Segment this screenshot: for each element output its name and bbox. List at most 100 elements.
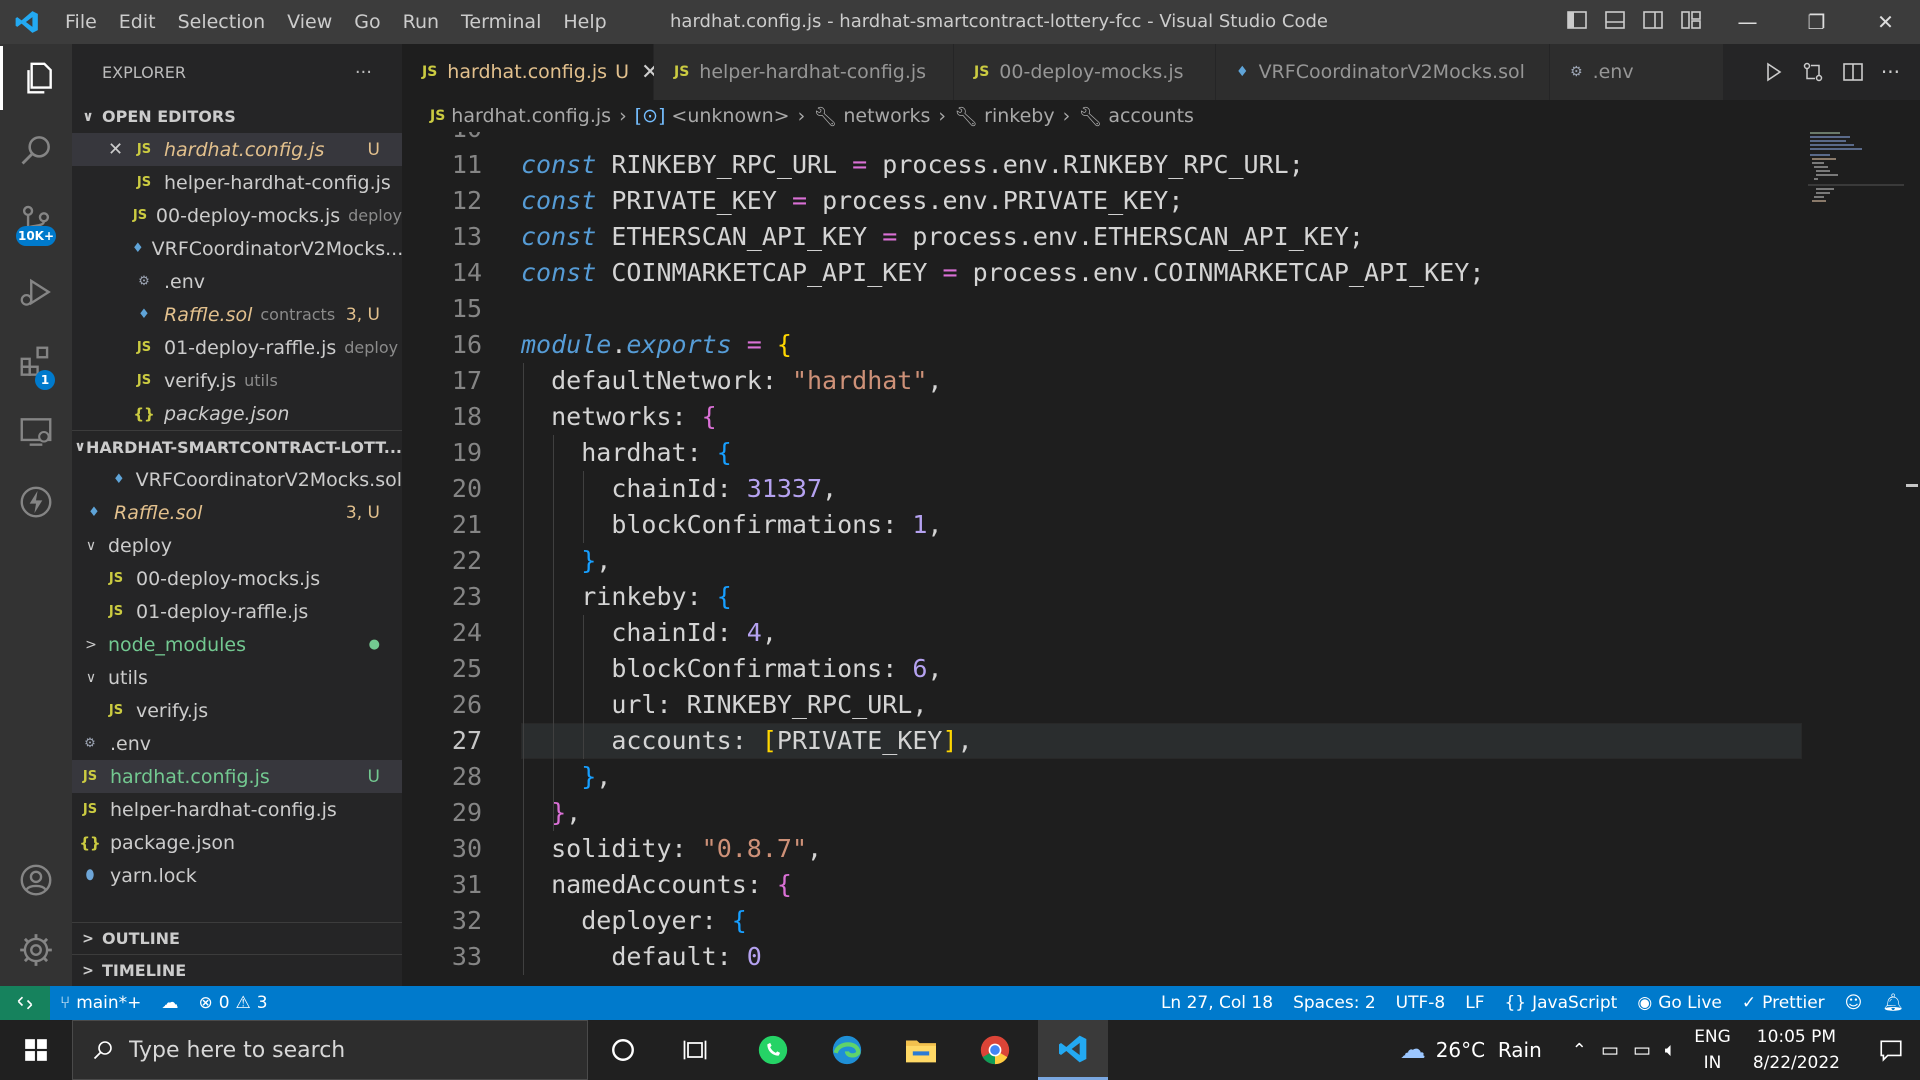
cortana-circle-icon[interactable] — [588, 1020, 658, 1080]
whatsapp-icon[interactable] — [738, 1020, 808, 1080]
tree-file-item[interactable]: ♦ VRFCoordinatorV2Mocks.sol — [72, 463, 402, 496]
split-editor-icon[interactable] — [1841, 60, 1865, 84]
breadcrumb-rinkeby[interactable]: rinkeby — [984, 105, 1054, 127]
volume-speaker-icon[interactable]: 🔈︎ — [1665, 1039, 1676, 1061]
tree-file-item[interactable]: ⬮ yarn.lock — [72, 859, 402, 892]
code-line[interactable]: 11 const RINKEBY_RPC_URL = process.env.RI… — [402, 147, 1802, 183]
code-editor[interactable]: 10 11 const RINKEBY_RPC_URL = process.env.… — [402, 132, 1920, 986]
code-line[interactable]: 28 }, — [402, 759, 1802, 795]
open-editor-item[interactable]: JS 01-deploy-raffle.js deploy — [72, 331, 402, 364]
tab-00-deploy-mocks[interactable]: JS 00-deploy-mocks.js — [954, 44, 1216, 100]
minimap[interactable] — [1808, 132, 1904, 212]
more-actions-icon[interactable]: ··· — [1881, 60, 1900, 84]
tree-file-item[interactable]: JS verify.js — [72, 694, 402, 727]
open-editors-section[interactable]: ∨ OPEN EDITORS — [72, 100, 402, 133]
code-line[interactable]: 22 }, — [402, 543, 1802, 579]
code-line[interactable]: 10 — [402, 132, 1802, 147]
run-debug-icon[interactable] — [0, 260, 72, 324]
taskbar-search-box[interactable] — [72, 1020, 588, 1080]
show-hidden-icons-chevron-icon[interactable]: ⌃ — [1572, 1040, 1587, 1061]
editor-scrollbar[interactable] — [1904, 132, 1920, 986]
code-line[interactable]: 23 rinkeby: { — [402, 579, 1802, 615]
settings-gear-icon[interactable] — [0, 918, 72, 982]
remote-explorer-icon[interactable] — [0, 400, 72, 464]
tree-file-item-selected[interactable]: JS hardhat.config.js U — [72, 760, 402, 793]
breadcrumb-accounts[interactable]: accounts — [1108, 105, 1194, 127]
code-line[interactable]: 27 accounts: [PRIVATE_KEY], — [402, 723, 1802, 759]
menu-edit[interactable]: Edit — [108, 0, 167, 44]
language-mode[interactable]: {} JavaScript — [1494, 993, 1627, 1013]
menu-help[interactable]: Help — [552, 0, 617, 44]
breadcrumb-networks[interactable]: networks — [843, 105, 930, 127]
notifications-bell-icon[interactable]: 🔔︎ — [1872, 993, 1920, 1013]
tree-file-item[interactable]: {} package.json — [72, 826, 402, 859]
clock[interactable]: 10:05 PM 8/22/2022 — [1753, 1024, 1840, 1076]
menu-go[interactable]: Go — [343, 0, 391, 44]
open-editor-item[interactable]: ♦ VRFCoordinatorV2Mocks... — [72, 232, 402, 265]
restore-icon[interactable]: ❐ — [1782, 0, 1851, 44]
windows-start-icon[interactable] — [0, 1020, 72, 1080]
code-line[interactable]: 31 namedAccounts: { — [402, 867, 1802, 903]
end-of-line[interactable]: LF — [1455, 993, 1494, 1013]
code-line[interactable]: 25 blockConfirmations: 6, — [402, 651, 1802, 687]
menu-view[interactable]: View — [276, 0, 343, 44]
go-live-button[interactable]: ◉ Go Live — [1627, 993, 1732, 1013]
breadcrumb-file[interactable]: hardhat.config.js — [451, 105, 611, 127]
tree-file-item[interactable]: ♦ Raffle.sol 3, U — [72, 496, 402, 529]
code-line[interactable]: 20 chainId: 31337, — [402, 471, 1802, 507]
code-line[interactable]: 32 deployer: { — [402, 903, 1802, 939]
lightning-icon[interactable] — [0, 470, 72, 534]
cursor-position[interactable]: Ln 27, Col 18 — [1151, 993, 1283, 1013]
remote-indicator-icon[interactable] — [0, 986, 50, 1020]
tree-folder-item[interactable]: ∨ deploy — [72, 529, 402, 562]
tree-file-item[interactable]: JS helper-hardhat-config.js — [72, 793, 402, 826]
tree-file-item[interactable]: JS 01-deploy-raffle.js — [72, 595, 402, 628]
tab-helper-hardhat-config[interactable]: JS helper-hardhat-config.js — [654, 44, 954, 100]
minimize-icon[interactable]: — — [1713, 0, 1782, 44]
code-line[interactable]: 15 — [402, 291, 1802, 327]
edge-browser-icon[interactable] — [812, 1020, 882, 1080]
code-line[interactable]: 12 const PRIVATE_KEY = process.env.PRIVAT… — [402, 183, 1802, 219]
indentation[interactable]: Spaces: 2 — [1283, 993, 1386, 1013]
feedback-icon[interactable]: ☺ — [1835, 993, 1873, 1013]
encoding[interactable]: UTF-8 — [1386, 993, 1456, 1013]
menu-run[interactable]: Run — [392, 0, 450, 44]
code-line[interactable]: 29 }, — [402, 795, 1802, 831]
sync-button[interactable]: ☁ — [151, 993, 188, 1013]
file-explorer-icon[interactable] — [886, 1020, 956, 1080]
toggle-secondary-sidebar-icon[interactable] — [1641, 8, 1665, 32]
project-folder-section[interactable]: ∨ HARDHAT-SMARTCONTRACT-LOTT... — [72, 430, 402, 463]
open-editor-item[interactable]: ⚙ .env — [72, 265, 402, 298]
breadcrumb-symbol[interactable]: <unknown> — [671, 105, 789, 127]
code-line[interactable]: 30 solidity: "0.8.7", — [402, 831, 1802, 867]
weather-cloud-rain-icon[interactable]: ☁ — [1400, 1035, 1426, 1065]
open-editor-item[interactable]: {} package.json — [72, 397, 402, 430]
notification-center-icon[interactable] — [1862, 1037, 1920, 1063]
code-line[interactable]: 18 networks: { — [402, 399, 1802, 435]
code-line[interactable]: 16 module.exports = { — [402, 327, 1802, 363]
more-actions-icon[interactable]: ··· — [355, 62, 372, 83]
taskbar-search-input[interactable] — [129, 1037, 549, 1063]
toggle-primary-sidebar-icon[interactable] — [1565, 8, 1589, 32]
tab-env[interactable]: ⚙ .env — [1550, 44, 1724, 100]
tab-hardhat-config[interactable]: JS hardhat.config.js U ✕ — [402, 44, 659, 100]
menu-selection[interactable]: Selection — [167, 0, 277, 44]
tree-file-item[interactable]: JS 00-deploy-mocks.js — [72, 562, 402, 595]
search-icon[interactable] — [0, 118, 72, 182]
open-editor-item[interactable]: ♦ Raffle.sol contracts 3, U — [72, 298, 402, 331]
battery-icon[interactable]: ▭ — [1633, 1039, 1651, 1061]
open-changes-icon[interactable] — [1801, 60, 1825, 84]
run-play-icon[interactable] — [1761, 60, 1785, 84]
close-editor-icon[interactable]: ✕ — [108, 139, 132, 160]
outline-section[interactable]: > OUTLINE — [72, 922, 402, 954]
prettier-button[interactable]: ✓ Prettier — [1732, 993, 1835, 1013]
network-icon[interactable]: ▭ — [1601, 1039, 1619, 1061]
timeline-section[interactable]: > TIMELINE — [72, 954, 402, 986]
vscode-taskbar-icon[interactable] — [1038, 1020, 1108, 1080]
tree-file-item[interactable]: ⚙ .env — [72, 727, 402, 760]
toggle-panel-icon[interactable] — [1603, 8, 1627, 32]
code-line[interactable]: 26 url: RINKEBY_RPC_URL, — [402, 687, 1802, 723]
code-line[interactable]: 21 blockConfirmations: 1, — [402, 507, 1802, 543]
language-indicator[interactable]: ENG IN — [1694, 1024, 1731, 1076]
chrome-browser-icon[interactable] — [960, 1020, 1030, 1080]
